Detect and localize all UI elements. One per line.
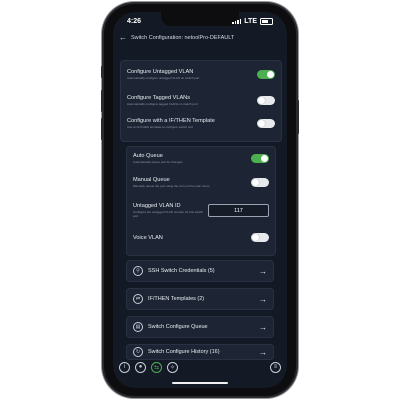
arrows-icon: ⇄ xyxy=(133,294,143,304)
ssh-credentials-link[interactable]: ⚲ SSH Switch Credentials (5) → xyxy=(126,260,274,282)
voice-vlan-toggle[interactable] xyxy=(251,233,269,242)
auto-queue-desc: Automatically queue port for changes xyxy=(133,160,183,164)
ssh-credentials-label: SSH Switch Credentials (5) xyxy=(148,268,215,274)
config-untagged-label: Configure Untagged VLAN xyxy=(127,69,194,75)
switch-icon[interactable]: ⇆ xyxy=(151,361,162,373)
silent-switch xyxy=(101,66,103,78)
configure-queue-label: Switch Configure Queue xyxy=(148,324,208,330)
tab-bar: i ● ⇆ ✧ ≡ xyxy=(113,358,287,376)
config-row-tagged: Configure Tagged VLANs Automatically con… xyxy=(121,95,281,106)
config-row-template: Configure with a IF/THEN Template Use an… xyxy=(121,118,281,129)
voice-vlan-label: Voice VLAN xyxy=(133,234,163,241)
auto-queue-row: Auto Queue Automatically queue port for … xyxy=(127,153,275,164)
untagged-vlan-row: Untagged VLAN ID Configure the untagged … xyxy=(127,203,275,218)
history-icon: ↻ xyxy=(133,347,143,357)
auto-queue-toggle[interactable] xyxy=(251,154,269,163)
volume-down-button xyxy=(101,118,103,140)
config-template-label: Configure with a IF/THEN Template xyxy=(127,118,215,124)
manual-queue-toggle[interactable] xyxy=(251,178,269,187)
back-arrow-icon[interactable]: ← xyxy=(119,34,127,42)
config-template-desc: Use an IF/THEN template to configure swi… xyxy=(127,125,194,129)
power-button xyxy=(297,100,299,134)
status-bar: 4:26 LTE xyxy=(127,15,273,27)
arrow-right-icon: → xyxy=(259,294,267,304)
light-icon[interactable]: ● xyxy=(135,361,146,373)
manual-queue-row: Manual Queue Manually queue the port usi… xyxy=(127,177,275,188)
arrow-right-icon: → xyxy=(259,322,267,332)
network-label: LTE xyxy=(244,17,257,25)
auto-queue-label: Auto Queue xyxy=(133,153,163,159)
arrow-right-icon: → xyxy=(259,347,267,357)
queue-card: Auto Queue Automatically queue port for … xyxy=(126,146,276,256)
config-untagged-desc: Automatically configure untagged VLAN on… xyxy=(127,76,200,80)
tagged-vlans-toggle[interactable] xyxy=(257,96,275,105)
arrow-right-icon: → xyxy=(259,266,267,276)
key-icon: ⚲ xyxy=(133,266,143,276)
configure-history-label: Switch Configure History (16) xyxy=(148,349,220,355)
phone-frame: 4:26 LTE ← Switch Configuration: netoolP… xyxy=(101,4,299,396)
page-title: Switch Configuration: netoolPro-DEFAULT xyxy=(131,35,235,41)
info-icon[interactable]: i xyxy=(119,361,130,373)
ifthen-templates-label: IF/THEN Templates (2) xyxy=(148,296,205,302)
status-time: 4:26 xyxy=(127,17,142,25)
queue-icon: ▤ xyxy=(133,322,143,332)
app-screen: 4:26 LTE ← Switch Configuration: netoolP… xyxy=(113,12,287,388)
menu-icon[interactable]: ≡ xyxy=(270,361,281,373)
home-indicator[interactable] xyxy=(172,382,228,384)
tools-icon[interactable]: ✧ xyxy=(167,361,178,373)
untagged-vlan-id-input[interactable]: 117 xyxy=(207,204,269,217)
config-tagged-label: Configure Tagged VLANs xyxy=(127,95,191,101)
volume-up-button xyxy=(101,90,103,112)
manual-queue-desc: Manually queue the port using the icon o… xyxy=(133,184,210,188)
ifthen-templates-link[interactable]: ⇄ IF/THEN Templates (2) → xyxy=(126,288,274,310)
untagged-vlan-id-label: Untagged VLAN ID xyxy=(133,203,181,209)
configure-queue-link[interactable]: ▤ Switch Configure Queue → xyxy=(126,316,274,338)
configure-card: Configure Untagged VLAN Automatically co… xyxy=(120,60,282,142)
config-row-untagged: Configure Untagged VLAN Automatically co… xyxy=(121,69,281,80)
battery-icon xyxy=(260,17,273,25)
voice-vlan-row: Voice VLAN xyxy=(127,233,275,242)
manual-queue-label: Manual Queue xyxy=(133,177,170,183)
nav-bar: ← Switch Configuration: netoolPro-DEFAUL… xyxy=(113,32,287,44)
config-tagged-desc: Automatically configure tagged VLANs on … xyxy=(127,102,198,106)
signal-icon xyxy=(232,18,242,24)
template-toggle[interactable] xyxy=(257,119,275,128)
untagged-vlan-id-desc: Configure the untagged VLAN number for t… xyxy=(133,210,204,218)
untagged-vlan-toggle[interactable] xyxy=(257,70,275,79)
